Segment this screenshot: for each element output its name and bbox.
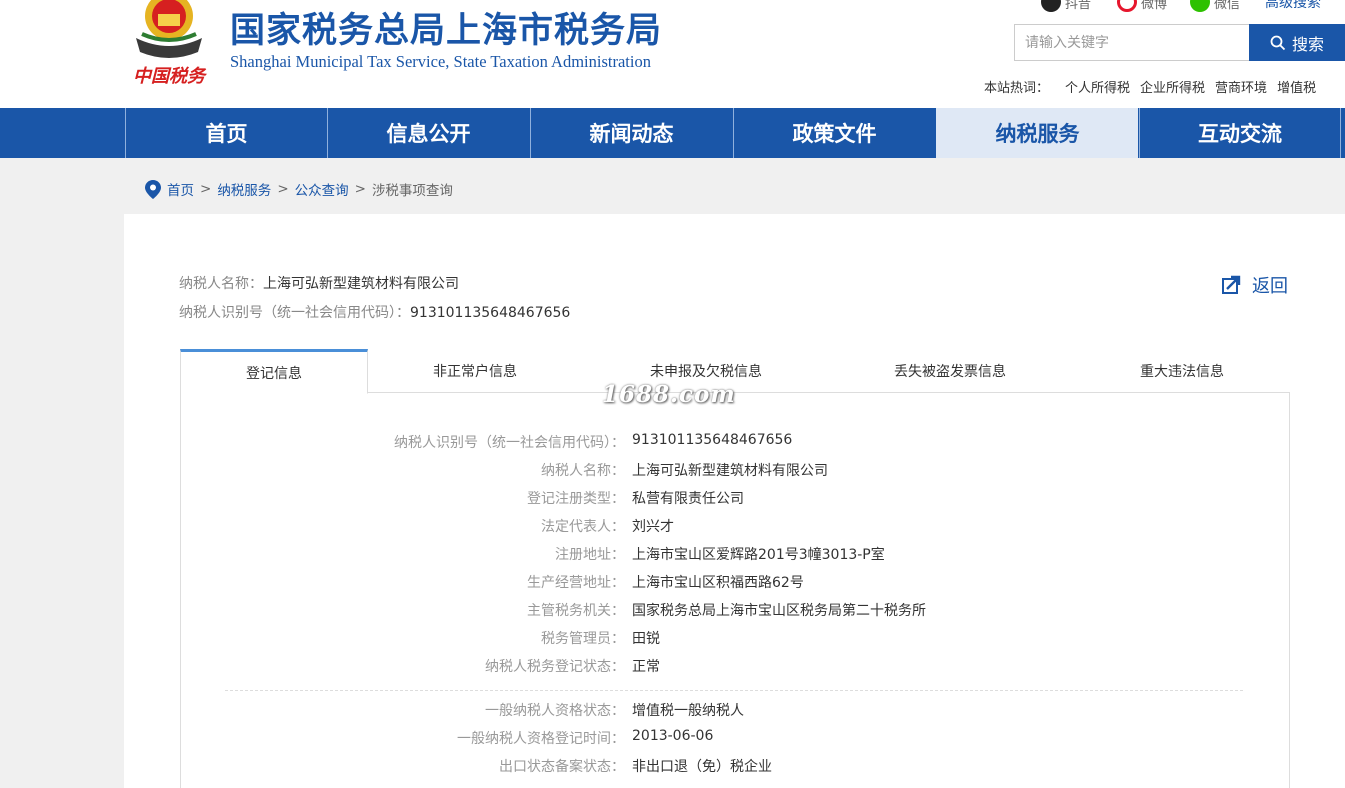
site-title[interactable]: 国家税务总局上海市税务局 <box>230 2 662 53</box>
social-label: 微信 <box>1214 0 1241 12</box>
hotwords-label: 本站热词： <box>984 81 1050 96</box>
detail-key: 注册地址： <box>555 547 625 563</box>
detail-key: 一般纳税人资格登记时间： <box>457 731 625 747</box>
weibo-icon <box>1117 0 1137 12</box>
detail-row: 一般纳税人资格登记时间： 2013-06-06 <box>0 728 1345 756</box>
taxpayer-name-label: 纳税人名称： <box>179 276 263 292</box>
detail-value: 上海市宝山区爱辉路201号3幢3013-P室 <box>632 547 885 563</box>
hotwords-bar: 本站热词： 个人所得税 企业所得税 营商环境 增值税 <box>984 77 1316 96</box>
tab-major-violations[interactable]: 重大违法信息 <box>1092 349 1272 393</box>
detail-row: 一般纳税人资格状态： 增值税一般纳税人 <box>0 700 1345 728</box>
detail-row: 生产经营地址： 上海市宝山区积福西路62号 <box>0 572 1345 600</box>
detail-row: 出口状态备案状态： 非出口退（免）税企业 <box>0 756 1345 784</box>
detail-row: 纳税人识别号（统一社会信用代码）： 913101135648467656 <box>0 432 1345 460</box>
nav-item-news[interactable]: 新闻动态 <box>530 108 732 158</box>
site-subtitle: Shanghai Municipal Tax Service, State Ta… <box>230 52 651 71</box>
breadcrumb-separator: > <box>277 181 289 197</box>
detail-value: 增值税一般纳税人 <box>632 703 744 719</box>
social-wechat[interactable]: 微信 <box>1190 0 1240 12</box>
detail-key: 法定代表人： <box>541 519 625 535</box>
nav-item-tax-service[interactable]: 纳税服务 <box>936 108 1138 158</box>
breadcrumb-home[interactable]: 首页 <box>167 179 194 199</box>
detail-value: 913101135648467656 <box>632 432 793 448</box>
search-icon <box>1270 35 1286 50</box>
tab-abnormal-account[interactable]: 非正常户信息 <box>385 349 565 393</box>
back-label: 返回 <box>1252 276 1288 297</box>
detail-value: 田锐 <box>632 631 660 647</box>
detail-key: 登记注册类型： <box>527 491 625 507</box>
hotword-link[interactable]: 企业所得税 <box>1140 77 1205 96</box>
detail-row: 主管税务机关： 国家税务总局上海市宝山区税务局第二十税务所 <box>0 600 1345 628</box>
nav-item-info-disclosure[interactable]: 信息公开 <box>327 108 529 158</box>
detail-value: 上海可弘新型建筑材料有限公司 <box>632 463 828 479</box>
tab-registration-info[interactable]: 登记信息 <box>180 349 368 394</box>
tab-lost-invoices[interactable]: 丢失被盗发票信息 <box>860 349 1040 393</box>
section-divider <box>225 690 1243 691</box>
detail-key: 纳税人税务登记状态： <box>485 659 625 675</box>
taxpayer-id-label: 纳税人识别号（统一社会信用代码）： <box>179 305 410 321</box>
social-weibo[interactable]: 微博 <box>1117 0 1167 12</box>
search-input[interactable] <box>1014 24 1250 61</box>
detail-row: 纳税人税务登记状态： 正常 <box>0 656 1345 684</box>
watermark-text: 1688.com <box>602 381 736 408</box>
detail-value: 上海市宝山区积福西路62号 <box>632 575 804 591</box>
breadcrumb-current: 涉税事项查询 <box>371 183 453 199</box>
main-nav: 首页 信息公开 新闻动态 政策文件 纳税服务 互动交流 <box>0 108 1345 158</box>
breadcrumb-tax-service[interactable]: 纳税服务 <box>217 179 271 199</box>
douyin-icon <box>1041 0 1061 12</box>
nav-item-home[interactable]: 首页 <box>125 108 327 158</box>
search-button[interactable]: 搜索 <box>1249 24 1345 61</box>
detail-value: 2013-06-06 <box>632 728 714 744</box>
breadcrumb-separator: > <box>200 181 212 197</box>
search-button-label: 搜索 <box>1291 34 1324 54</box>
breadcrumb-public-query[interactable]: 公众查询 <box>295 179 349 199</box>
taxpayer-id-value: 913101135648467656 <box>410 305 571 321</box>
taxpayer-name-line: 纳税人名称：上海可弘新型建筑材料有限公司 <box>179 273 459 293</box>
hotword-link[interactable]: 个人所得税 <box>1065 77 1130 96</box>
detail-key: 税务管理员： <box>541 631 625 647</box>
back-icon <box>1222 275 1241 294</box>
taxpayer-name-value: 上海可弘新型建筑材料有限公司 <box>263 276 459 292</box>
tax-emblem-logo[interactable]: 中国税务 <box>128 0 210 94</box>
detail-key: 出口状态备案状态： <box>499 759 625 775</box>
detail-row: 法定代表人： 刘兴才 <box>0 516 1345 544</box>
detail-value: 国家税务总局上海市宝山区税务局第二十税务所 <box>632 603 926 619</box>
hotword-link[interactable]: 营商环境 <box>1215 77 1267 96</box>
detail-key: 纳税人名称： <box>541 463 625 479</box>
location-pin-icon <box>145 179 161 199</box>
hotword-link[interactable]: 增值税 <box>1277 77 1316 96</box>
breadcrumb: 首页 > 纳税服务 > 公众查询 > 涉税事项查询 <box>145 179 453 199</box>
detail-key: 生产经营地址： <box>527 575 625 591</box>
social-label: 微博 <box>1141 0 1168 12</box>
detail-row: 注册地址： 上海市宝山区爱辉路201号3幢3013-P室 <box>0 544 1345 572</box>
detail-value: 正常 <box>632 659 660 675</box>
nav-item-interaction[interactable]: 互动交流 <box>1139 108 1341 158</box>
site-header: 中国税务 国家税务总局上海市税务局 Shanghai Municipal Tax… <box>0 0 1345 108</box>
detail-key: 一般纳税人资格状态： <box>485 703 625 719</box>
detail-row: 登记注册类型： 私营有限责任公司 <box>0 488 1345 516</box>
nav-item-policy[interactable]: 政策文件 <box>733 108 935 158</box>
emblem-text: 中国税务 <box>133 66 208 87</box>
detail-row: 税务管理员： 田锐 <box>0 628 1345 656</box>
detail-row: 纳税人名称： 上海可弘新型建筑材料有限公司 <box>0 460 1345 488</box>
taxpayer-id-line: 纳税人识别号（统一社会信用代码）：913101135648467656 <box>179 302 570 322</box>
advanced-search-link[interactable]: 高级搜索 <box>1265 0 1321 12</box>
detail-key: 纳税人识别号（统一社会信用代码）： <box>394 435 625 451</box>
detail-key: 主管税务机关： <box>527 603 625 619</box>
breadcrumb-separator: > <box>354 181 366 197</box>
back-button[interactable]: 返回 <box>1222 272 1288 298</box>
detail-value: 非出口退（免）税企业 <box>632 759 772 775</box>
detail-value: 刘兴才 <box>632 519 674 535</box>
wechat-icon <box>1190 0 1210 12</box>
social-douyin[interactable]: 抖音 <box>1041 0 1091 12</box>
social-label: 抖音 <box>1065 0 1092 12</box>
detail-value: 私营有限责任公司 <box>632 491 744 507</box>
